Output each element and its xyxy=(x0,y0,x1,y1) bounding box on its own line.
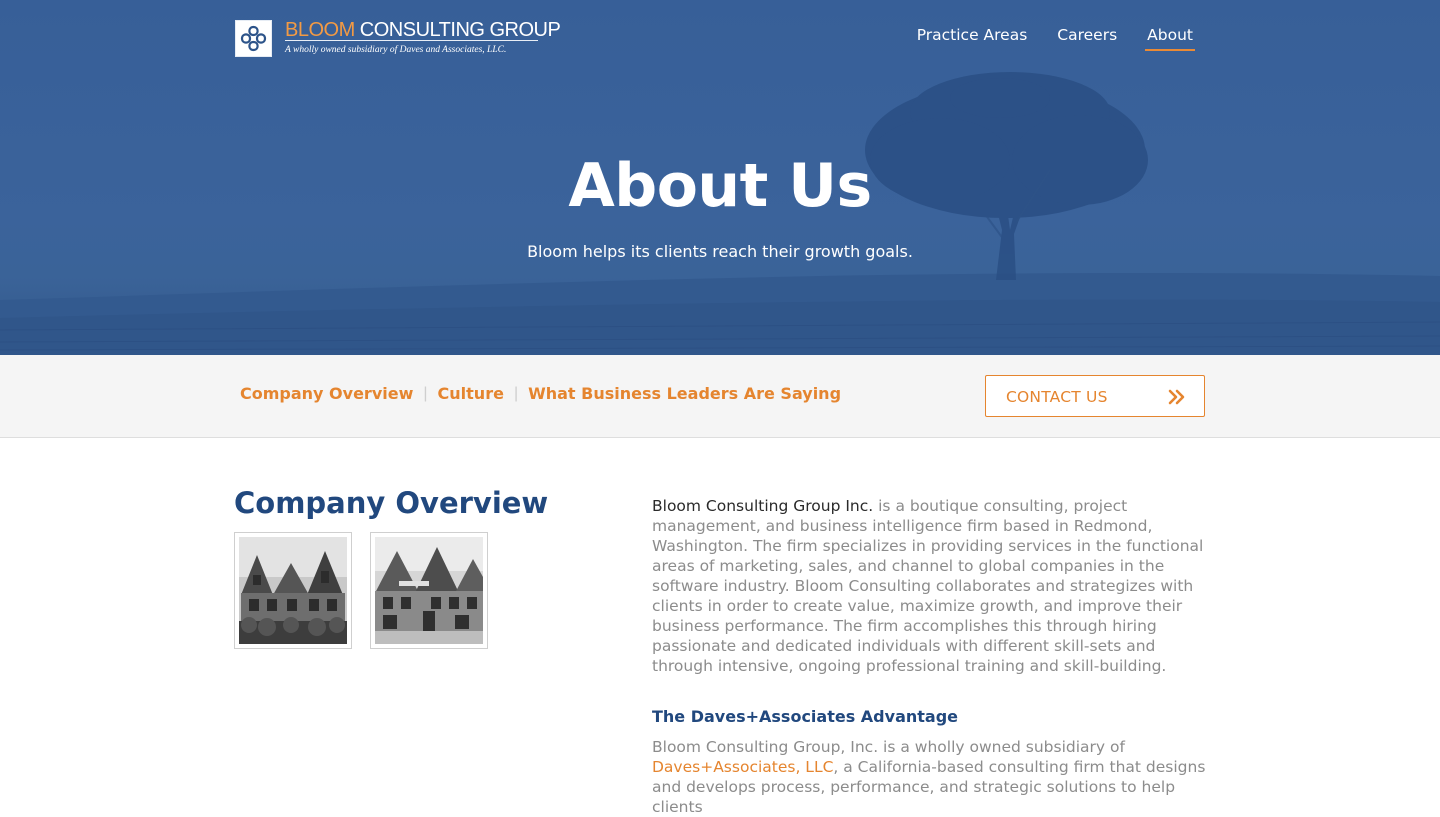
advantage-paragraph: Bloom Consulting Group, Inc. is a wholly… xyxy=(652,737,1212,817)
contact-us-label: CONTACT US xyxy=(1006,388,1108,406)
nav-careers[interactable]: Careers xyxy=(1057,25,1117,48)
advantage-text-start: Bloom Consulting Group, Inc. is a wholly… xyxy=(652,738,1125,756)
nav-about[interactable]: About xyxy=(1145,25,1195,51)
company-name-lead: Bloom Consulting Group Inc. xyxy=(652,497,874,515)
main-nav: Practice Areas Careers About xyxy=(887,25,1195,51)
subnav-culture[interactable]: Culture xyxy=(438,384,504,404)
subnav-links: Company Overview | Culture | What Busine… xyxy=(240,384,841,404)
company-overview-text: is a boutique consulting, project manage… xyxy=(652,497,1204,675)
subnav-separator: | xyxy=(423,385,428,402)
brand-logo[interactable]: BLOOM CONSULTING GROUP A wholly owned su… xyxy=(235,19,561,61)
company-overview-heading: Company Overview xyxy=(234,486,549,520)
daves-associates-link[interactable]: Daves+Associates, LLC xyxy=(652,758,833,776)
logo-divider xyxy=(285,40,538,41)
building-photo-thumbnail[interactable] xyxy=(234,532,352,649)
company-overview-paragraph: Bloom Consulting Group Inc. is a boutiqu… xyxy=(652,496,1212,676)
subnav-business-leaders[interactable]: What Business Leaders Are Saying xyxy=(528,384,841,404)
page-title: About Us xyxy=(568,151,872,221)
section-subnav: Company Overview | Culture | What Busine… xyxy=(0,355,1440,438)
subnav-separator: | xyxy=(513,385,519,402)
logo-knot-icon xyxy=(235,20,272,57)
subnav-company-overview[interactable]: Company Overview xyxy=(240,384,413,404)
building-photo-thumbnail[interactable] xyxy=(370,532,488,649)
contact-us-button[interactable]: CONTACT US xyxy=(985,375,1205,417)
logo-wordmark-accent: BLOOM xyxy=(285,19,355,41)
nav-practice-areas[interactable]: Practice Areas xyxy=(917,25,1028,48)
logo-wordmark: BLOOM CONSULTING GROUP xyxy=(285,18,561,42)
logo-wordmark-rest: CONSULTING GROUP xyxy=(354,19,561,41)
hero-subtitle: Bloom helps its clients reach their grow… xyxy=(527,242,913,261)
logo-tagline: A wholly owned subsidiary of Daves and A… xyxy=(285,45,507,55)
advantage-heading: The Daves+Associates Advantage xyxy=(652,707,958,726)
double-chevron-right-icon xyxy=(1168,389,1186,410)
hero-banner: BLOOM CONSULTING GROUP A wholly owned su… xyxy=(0,0,1440,355)
